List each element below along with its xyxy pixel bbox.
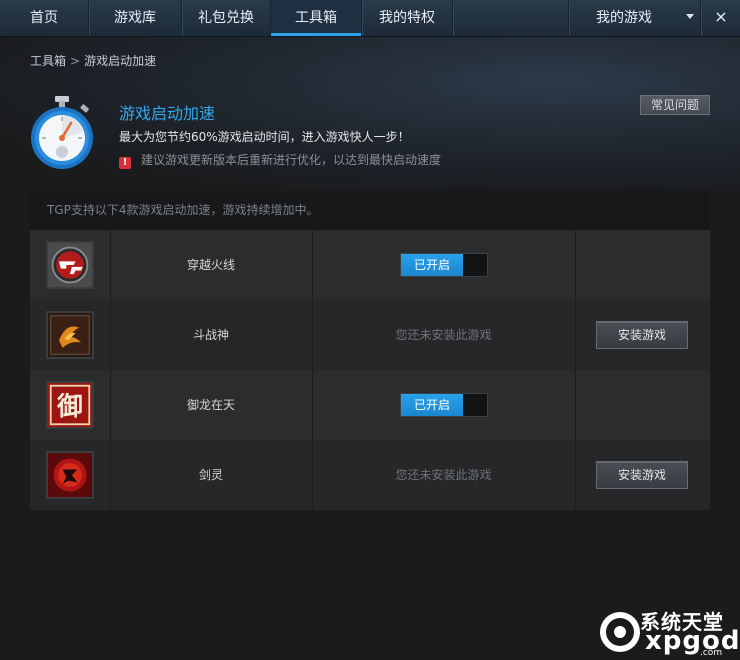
cell-divider [575,440,576,510]
panel-note: TGP支持以下4款游戏启动加速，游戏持续增加中。 [30,191,710,230]
close-button[interactable]: × [708,4,734,30]
toggle-on-label: 已开启 [401,394,463,416]
tab-game-library[interactable]: 游戏库 [89,0,181,36]
acceleration-toggle[interactable]: 已开启 [400,253,488,277]
top-nav: 首页 游戏库 礼包兑换 工具箱 我的特权 我的游戏 × [0,0,740,37]
cell-divider [312,370,313,440]
game-row: 剑灵 您还未安装此游戏 安装游戏 [30,440,710,510]
breadcrumb-separator: > [70,54,81,68]
tab-gift-redeem[interactable]: 礼包兑换 [182,0,270,36]
watermark-text: xpgod [645,626,740,656]
watermark-text: .com [700,648,723,658]
game-row: 穿越火线 已开启 [30,230,710,300]
cell-divider [312,230,313,300]
feature-description: 最大为您节约60%游戏启动时间，进入游戏快人一步！ [119,130,410,144]
game-name: 穿越火线 [186,258,235,272]
feature-title: 游戏启动加速 [119,104,216,123]
warning-text: 建议游戏更新版本后重新进行优化，以达到最快启动速度 [141,153,442,167]
game-name: 斗战神 [192,328,229,342]
douzhanshen-icon [46,311,94,359]
nav-divider [700,0,701,36]
game-row: 斗战神 您还未安装此游戏 安装游戏 [30,300,710,370]
warning-icon: ! [119,157,131,169]
game-name: 剑灵 [198,468,223,482]
cell-divider [575,300,576,370]
feature-warning: ! 建议游戏更新版本后重新进行优化，以达到最快启动速度 [119,151,441,169]
nav-divider [452,0,453,36]
breadcrumb-root[interactable]: 工具箱 [30,54,66,68]
yulongzaitian-icon-glyph: 御 [56,391,83,422]
cell-divider [575,230,576,300]
faq-button[interactable]: 常见问题 [640,95,710,115]
game-row: 御 御龙在天 已开启 [30,370,710,440]
jianling-icon [46,451,94,499]
yulongzaitian-icon: 御 [46,381,94,429]
breadcrumb: 工具箱 > 游戏启动加速 [30,52,156,69]
chevron-down-icon[interactable] [686,14,694,19]
my-games-button[interactable]: 我的游戏 [569,0,679,36]
tab-toolbox[interactable]: 工具箱 [271,0,361,36]
not-installed-text: 您还未安装此游戏 [395,468,492,482]
acceleration-toggle[interactable]: 已开启 [400,393,488,417]
toggle-on-label: 已开启 [401,254,463,276]
game-name: 御龙在天 [186,398,235,412]
tab-home[interactable]: 首页 [0,0,88,36]
cell-divider [575,370,576,440]
tab-my-privileges[interactable]: 我的特权 [362,0,452,36]
breadcrumb-current: 游戏启动加速 [84,54,157,68]
not-installed-text: 您还未安装此游戏 [395,328,492,342]
crossfire-icon [46,241,94,289]
install-game-button[interactable]: 安装游戏 [596,461,688,489]
stopwatch-icon [31,96,93,169]
install-game-button[interactable]: 安装游戏 [596,321,688,349]
